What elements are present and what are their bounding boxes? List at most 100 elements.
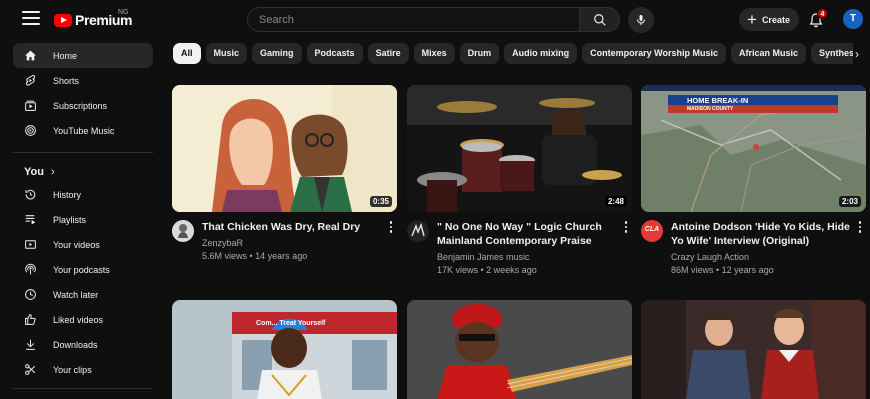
hamburger-menu-icon[interactable]	[22, 11, 40, 27]
sidebar-item-label: Home	[53, 50, 78, 61]
storefront-thumbnail-art	[172, 300, 397, 399]
search-button[interactable]	[580, 7, 620, 32]
create-button[interactable]: + Create	[739, 8, 799, 31]
thumbnail-banner-text: HOME BREAK-IN	[687, 96, 749, 105]
video-meta: 5.6M views • 14 years ago	[202, 251, 308, 261]
sidebar: Home Shorts Subscriptions YouTube Music …	[13, 40, 153, 397]
sidebar-item-label: Your podcasts	[53, 264, 110, 275]
sidebar-item-liked-videos[interactable]: Liked videos	[13, 307, 153, 332]
duration-badge: 2:48	[604, 196, 627, 207]
chip-african-music[interactable]: African Music	[730, 43, 806, 64]
video-thumbnail[interactable]: Com... Treat Yourself	[172, 300, 397, 399]
sidebar-item-downloads[interactable]: Downloads	[13, 332, 153, 357]
news-map-thumbnail-art	[641, 85, 866, 212]
shorts-icon	[25, 74, 36, 86]
scissors-icon	[25, 364, 36, 375]
video-title[interactable]: Antoine Dodson 'Hide Yo Kids, Hide Yo Wi…	[671, 220, 851, 248]
sidebar-divider	[13, 388, 153, 389]
video-title[interactable]: " No One No Way " Logic Church Mainland …	[437, 220, 617, 248]
drummer-thumbnail-art	[407, 85, 632, 212]
sidebar-item-your-podcasts[interactable]: Your podcasts	[13, 257, 153, 282]
sidebar-item-shorts[interactable]: Shorts	[13, 68, 153, 93]
video-thumbnail[interactable]: 2:48	[407, 85, 632, 212]
video-meta: 17K views • 2 weeks ago	[437, 265, 537, 275]
sidebar-divider	[13, 152, 153, 153]
search-input[interactable]	[248, 8, 579, 31]
sidebar-item-playlists[interactable]: Playlists	[13, 207, 153, 232]
channel-name[interactable]: Crazy Laugh Action	[671, 252, 749, 262]
video-thumbnail[interactable]	[407, 300, 632, 399]
sidebar-item-label: History	[53, 189, 82, 200]
duration-badge: 2:03	[838, 196, 861, 207]
bassist-thumbnail-art	[407, 300, 632, 399]
chip-podcasts[interactable]: Podcasts	[306, 43, 363, 64]
channel-avatar[interactable]	[172, 220, 194, 242]
sidebar-item-label: Playlists	[53, 214, 87, 225]
you-section-header[interactable]: You ›	[13, 161, 153, 182]
chip-satire[interactable]: Satire	[367, 43, 409, 64]
history-icon	[25, 189, 36, 200]
sidebar-item-label: Shorts	[53, 75, 80, 86]
sidebar-item-watch-later[interactable]: Watch later	[13, 282, 153, 307]
sidebar-item-label: YouTube Music	[53, 125, 115, 136]
chip-gaming[interactable]: Gaming	[252, 43, 302, 64]
channel-name[interactable]: Benjamin James music	[437, 252, 530, 262]
music-icon	[25, 125, 36, 136]
channel-avatar-image	[407, 220, 429, 242]
chip-synthesizer[interactable]: Synthesizer	[811, 43, 853, 64]
more-options-icon[interactable]	[621, 221, 631, 235]
channel-avatar[interactable]	[407, 220, 429, 242]
video-thumbnail[interactable]	[641, 300, 866, 399]
duration-badge: 0:35	[369, 196, 392, 207]
sidebar-item-your-videos[interactable]: Your videos	[13, 232, 153, 257]
plus-icon: +	[747, 10, 757, 29]
sidebar-item-your-clips[interactable]: Your clips	[13, 357, 153, 382]
clock-icon	[25, 289, 36, 300]
more-options-icon[interactable]	[386, 221, 396, 235]
video-title[interactable]: That Chicken Was Dry, Real Dry	[202, 220, 382, 234]
chevron-right-icon: ›	[50, 165, 55, 178]
sidebar-item-label: Subscriptions	[53, 100, 108, 111]
podcasts-icon	[25, 263, 36, 275]
microphone-icon	[637, 15, 645, 25]
chip-drum[interactable]: Drum	[459, 43, 500, 64]
sidebar-item-label: Downloads	[53, 339, 98, 350]
sidebar-item-home[interactable]: Home	[13, 43, 153, 68]
chevron-right-icon[interactable]: ›	[855, 45, 867, 63]
channel-name[interactable]: ZenzybaR	[202, 238, 243, 248]
account-avatar[interactable]: T	[843, 9, 863, 29]
cartoon-thumbnail-art	[172, 85, 397, 212]
sidebar-item-history[interactable]: History	[13, 182, 153, 207]
video-thumbnail[interactable]: 0:35	[172, 85, 397, 212]
chip-mixes[interactable]: Mixes	[413, 43, 455, 64]
youtube-play-icon	[54, 13, 72, 27]
chip-all[interactable]: All	[173, 43, 201, 64]
search-box	[247, 7, 580, 32]
thumbnail-subbanner-text: MADISON COUNTY	[687, 106, 734, 112]
channel-avatar-image	[172, 220, 194, 242]
video-thumbnail[interactable]: HOME BREAK-IN MADISON COUNTY 2:03	[641, 85, 866, 212]
sidebar-item-label: Your videos	[53, 239, 100, 250]
playlists-icon	[25, 215, 36, 225]
sidebar-item-youtube-music[interactable]: YouTube Music	[13, 118, 153, 143]
your-videos-icon	[25, 240, 36, 249]
sidebar-item-subscriptions[interactable]: Subscriptions	[13, 93, 153, 118]
chip-music[interactable]: Music	[205, 43, 248, 64]
country-code: NG	[118, 9, 129, 16]
sitcom-thumbnail-art	[641, 300, 866, 399]
video-meta: 86M views • 12 years ago	[671, 265, 774, 275]
channel-avatar[interactable]: CLA	[641, 220, 663, 242]
notification-badge: 4	[817, 8, 828, 19]
search-icon	[594, 14, 606, 26]
sidebar-item-label: Liked videos	[53, 314, 104, 325]
voice-search-button[interactable]	[628, 7, 654, 33]
sidebar-item-label: Watch later	[53, 289, 99, 300]
chip-audio-mixing[interactable]: Audio mixing	[504, 43, 578, 64]
more-options-icon[interactable]	[855, 221, 865, 235]
channel-avatar-text: CLA	[644, 226, 660, 233]
filter-chips-bar: All Music Gaming Podcasts Satire Mixes Drum Aud…	[173, 43, 853, 64]
create-label: Create	[761, 14, 790, 25]
chip-contemporary-worship-music[interactable]: Contemporary Worship Music	[582, 43, 726, 64]
top-bar: Premium NG + Create 4 T	[0, 0, 870, 40]
thumbs-up-icon	[25, 314, 36, 325]
